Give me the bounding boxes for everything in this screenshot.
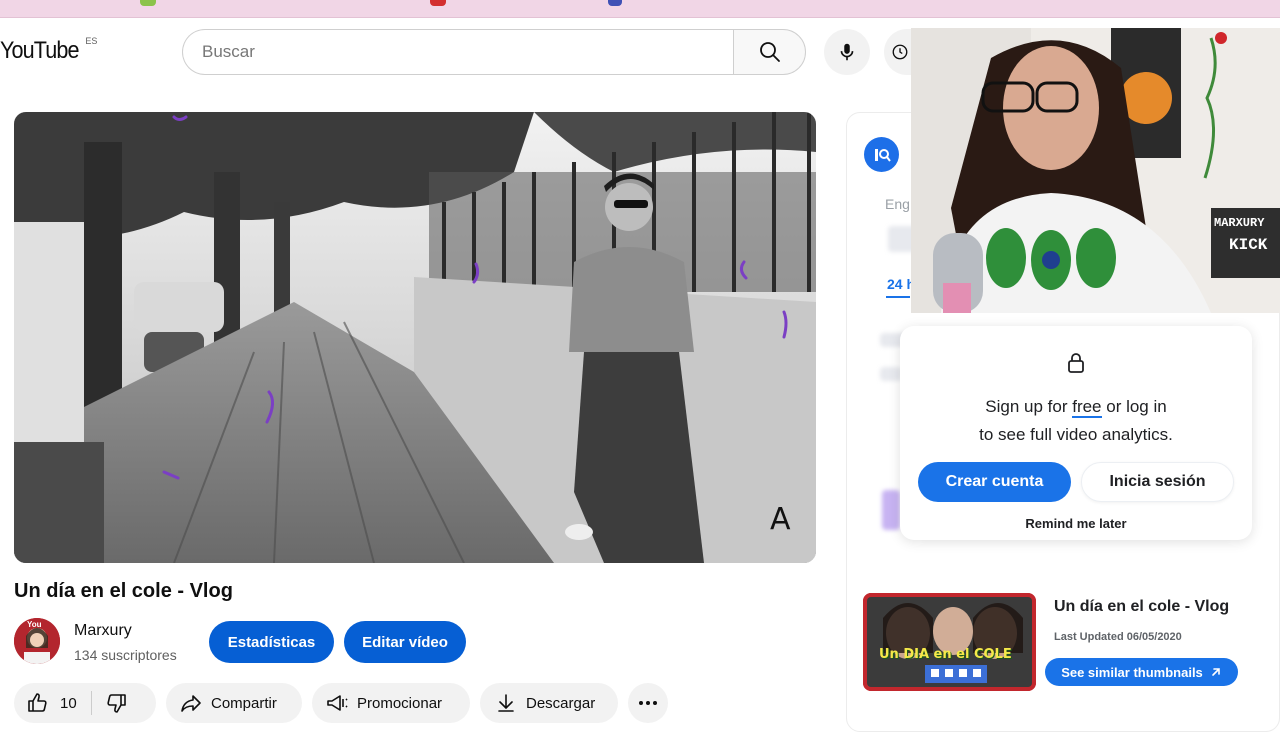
voice-search-button[interactable] xyxy=(824,29,870,75)
channel-name[interactable]: Marxury xyxy=(74,622,132,640)
subscriber-count: 134 suscriptores xyxy=(74,647,177,663)
similar-thumbnails-button[interactable]: See similar thumbnails xyxy=(1045,658,1238,686)
create-account-label: Crear cuenta xyxy=(945,473,1044,490)
time-range-underline xyxy=(886,296,910,298)
dislike-button[interactable] xyxy=(92,691,128,715)
thumbs-down-icon xyxy=(107,694,126,713)
download-label: Descargar xyxy=(526,694,596,712)
webcam-sign-line1: MARXURY xyxy=(1214,216,1265,230)
signup-message-line2: to see full video analytics. xyxy=(979,425,1173,444)
download-button[interactable]: Descargar xyxy=(480,683,618,723)
signup-message-line1: Sign up for free or log in xyxy=(900,397,1252,418)
avatar-text: You xyxy=(27,620,42,629)
share-button[interactable]: Compartir xyxy=(166,683,302,723)
promote-label: Promocionar xyxy=(357,694,443,712)
analytics-button-label: Estadísticas xyxy=(227,633,316,651)
signup-suffix: or log in xyxy=(1101,397,1167,416)
blurred-stat-row xyxy=(880,367,902,381)
edit-video-button[interactable]: Editar vídeo xyxy=(344,621,466,663)
logo-country-code: ES xyxy=(85,36,98,46)
webcam-sign-line2: KICK xyxy=(1229,236,1268,254)
promote-button[interactable]: Promocionar xyxy=(312,683,470,723)
language-selector[interactable]: Eng xyxy=(885,196,910,212)
login-button[interactable]: Inicia sesión xyxy=(1081,462,1234,502)
analytics-button[interactable]: Estadísticas xyxy=(209,621,334,663)
bookmark-icon-green[interactable] xyxy=(140,0,156,6)
video-overlay-letter: A xyxy=(770,502,791,537)
clock-icon xyxy=(892,44,908,60)
bookmark-icon-blue[interactable] xyxy=(608,0,622,6)
signup-free-link: free xyxy=(1072,397,1102,418)
logo-text: YouTube xyxy=(0,37,79,64)
like-button[interactable]: 10 xyxy=(14,691,77,715)
blurred-chart-bar xyxy=(882,490,900,530)
thumbs-up-icon xyxy=(28,693,47,712)
video-frame xyxy=(14,112,816,563)
search-icon xyxy=(759,42,780,62)
edit-video-button-label: Editar vídeo xyxy=(362,633,448,651)
share-label: Compartir xyxy=(211,694,277,712)
lock-icon xyxy=(1068,353,1084,373)
signup-prefix: Sign up for xyxy=(985,397,1073,416)
search-input[interactable]: Buscar xyxy=(182,29,734,75)
video-player[interactable]: A xyxy=(14,112,816,563)
remind-later-link[interactable]: Remind me later xyxy=(900,516,1252,531)
thumbnail-text: Un DIA en el COLE xyxy=(879,647,1012,662)
share-icon xyxy=(181,695,201,712)
login-label: Inicia sesión xyxy=(1109,473,1206,490)
create-account-button[interactable]: Crear cuenta xyxy=(918,462,1071,502)
video-title: Un día en el cole - Vlog xyxy=(14,580,233,602)
channel-avatar[interactable]: You xyxy=(14,618,60,664)
more-actions-button[interactable] xyxy=(628,683,668,723)
external-link-icon xyxy=(1211,668,1220,676)
webcam-overlay: MARXURY KICK xyxy=(911,28,1280,313)
related-video-thumbnail[interactable]: Un DIA en el COLE xyxy=(863,593,1036,691)
search-button[interactable] xyxy=(733,29,806,75)
bookmark-icon-red[interactable] xyxy=(430,0,446,6)
like-count: 10 xyxy=(60,694,77,712)
youtube-logo[interactable]: YouTube ES xyxy=(0,36,97,66)
browser-bookmark-bar xyxy=(0,0,1280,18)
download-icon xyxy=(498,694,514,712)
last-updated-text: Last Updated 06/05/2020 xyxy=(1054,631,1182,643)
more-horizontal-icon xyxy=(639,701,657,705)
extension-logo-icon[interactable] xyxy=(864,137,899,172)
thumbnail-image xyxy=(863,593,1036,691)
like-dislike-group: 10 xyxy=(14,683,156,723)
similar-thumbnails-label: See similar thumbnails xyxy=(1061,664,1203,680)
webcam-feed xyxy=(911,28,1280,313)
related-video-title[interactable]: Un día en el cole - Vlog xyxy=(1054,598,1229,616)
microphone-icon xyxy=(840,43,854,61)
analytics-icon xyxy=(874,148,891,162)
megaphone-icon xyxy=(327,695,348,711)
search-placeholder: Buscar xyxy=(202,42,255,61)
